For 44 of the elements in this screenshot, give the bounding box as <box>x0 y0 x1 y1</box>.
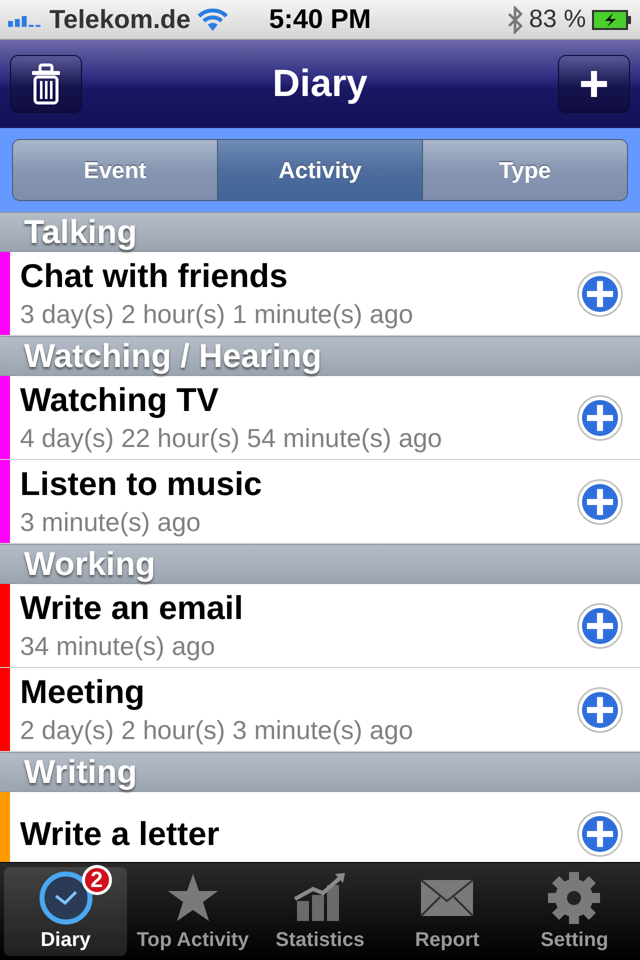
carrier-name: Telekom.de <box>49 4 191 35</box>
battery-icon <box>592 10 632 30</box>
add-entry-button[interactable] <box>576 810 624 858</box>
settings-icon <box>547 871 602 925</box>
add-entry-button[interactable] <box>576 270 624 318</box>
wifi-icon <box>196 8 228 32</box>
battery-percent: 83 % <box>529 5 586 34</box>
tab-bar-item[interactable]: 2 Diary <box>4 867 128 956</box>
section-header: Talking <box>0 212 640 252</box>
tab-bar-item[interactable]: Statistics <box>258 867 382 956</box>
activity-title: Chat with friends <box>20 257 289 295</box>
notification-badge: 2 <box>82 865 112 895</box>
tab-bar-item[interactable]: Setting <box>512 867 636 956</box>
envelope-icon <box>420 879 474 917</box>
star-icon <box>166 873 219 923</box>
activity-title: Write an email <box>20 589 244 627</box>
trash-icon <box>30 63 62 105</box>
section-header: Working <box>0 544 640 584</box>
activity-title: Meeting <box>20 673 146 711</box>
add-entry-button[interactable] <box>576 394 624 442</box>
elapsed-time: 2 day(s) 2 hour(s) 3 minute(s) ago <box>20 715 414 746</box>
activity-title: Write a letter <box>20 814 220 852</box>
elapsed-time: 4 day(s) 22 hour(s) 54 minute(s) ago <box>20 423 443 454</box>
add-entry-button[interactable] <box>576 602 624 650</box>
elapsed-time: 3 day(s) 2 hour(s) 1 minute(s) ago <box>20 299 414 330</box>
list-row[interactable]: Write an email 34 minute(s) ago <box>0 584 640 668</box>
section-header: Writing <box>0 752 640 792</box>
elapsed-time: 3 minute(s) ago <box>20 507 202 538</box>
nav-title: Diary <box>272 62 368 106</box>
plus-icon <box>580 70 608 98</box>
tab-bar-item[interactable]: Report <box>386 867 509 956</box>
section-header: Watching / Hearing <box>0 336 640 376</box>
tab-bar-item[interactable]: Top Activity <box>131 867 254 956</box>
activity-title: Watching TV <box>20 381 220 419</box>
bluetooth-icon <box>507 6 523 34</box>
add-entry-button[interactable] <box>576 686 624 734</box>
elapsed-time: 34 minute(s) ago <box>20 631 216 662</box>
delete-button[interactable] <box>10 55 82 113</box>
activity-title: Listen to music <box>20 465 264 503</box>
add-button[interactable] <box>558 55 630 113</box>
segment-tab[interactable]: Activity <box>218 140 423 200</box>
list-row[interactable]: Watching TV 4 day(s) 22 hour(s) 54 minute(s) ago <box>0 376 640 460</box>
add-entry-button[interactable] <box>576 478 624 526</box>
clock-time: 5:40 PM <box>268 4 372 35</box>
